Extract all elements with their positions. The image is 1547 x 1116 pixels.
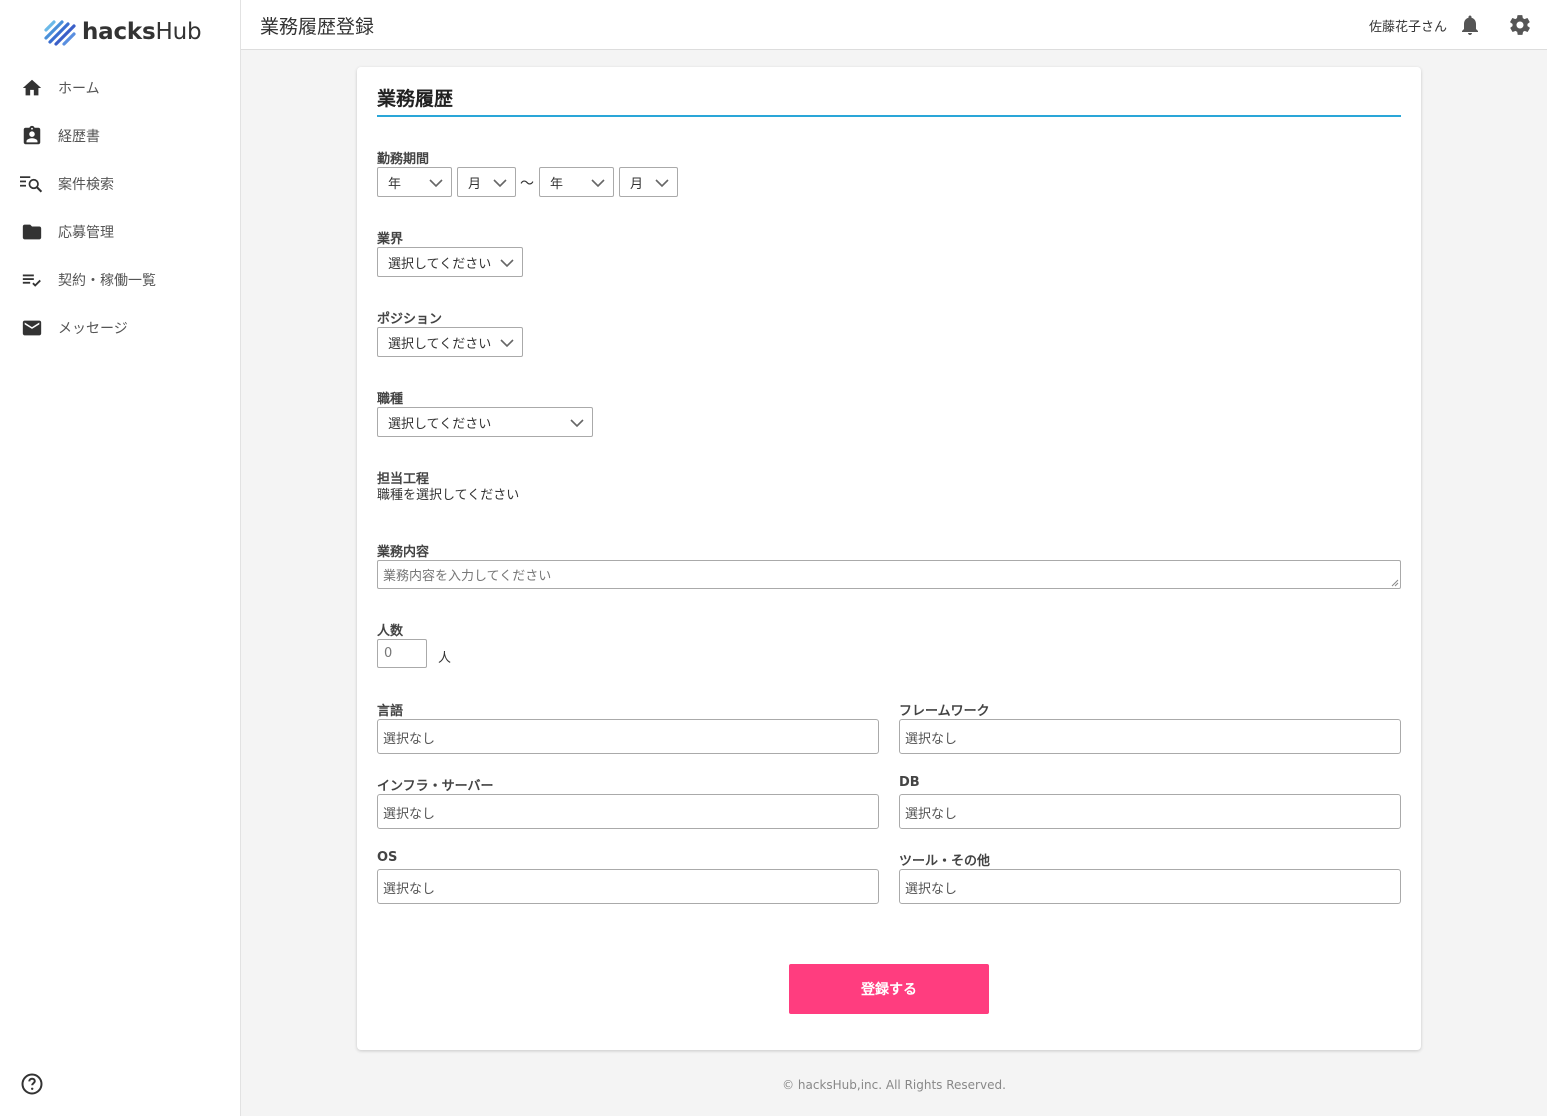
mail-icon [20,316,44,340]
infra-label: インフラ・サーバー [377,779,494,794]
process-hint: 職種を選択してください [377,488,520,503]
register-button[interactable]: 登録する [789,964,989,1014]
top-header: 業務履歴登録 佐藤花子さん [241,0,1547,50]
headcount-input[interactable]: 0 [377,639,427,668]
resume-icon [20,124,44,148]
logo-mark-icon [44,20,76,46]
footer-copyright: © hacksHub,inc. All Rights Reserved. [782,1078,1006,1092]
sidebar-item-contracts[interactable]: 契約・稼働一覧 [0,256,240,304]
chevron-down-icon [591,179,605,188]
db-label: DB [899,775,920,790]
start-month-select[interactable]: 月 [457,167,516,197]
os-label: OS [377,850,398,865]
bell-icon[interactable] [1458,13,1482,37]
brand-name: hacksHub [82,19,202,45]
language-multiselect[interactable]: 選択なし [377,719,879,754]
page-title: 業務履歴登録 [260,16,375,38]
work-history-form: 業務履歴 勤務期間 年 月 ～ 年 月 業界 選択してください ポジション 選択… [357,67,1421,1050]
start-year-select[interactable]: 年 [377,167,452,197]
chevron-down-icon [500,339,514,348]
language-label: 言語 [377,704,404,719]
content-textarea[interactable]: 業務内容を入力してください [377,560,1401,589]
form-title: 業務履歴 [377,84,1401,117]
sidebar-nav: ホーム 経歴書 案件検索 応募管理 契約・稼働一覧 メッセージ [0,64,240,352]
chevron-down-icon [500,259,514,268]
chevron-down-icon [493,179,507,188]
end-month-select[interactable]: 月 [619,167,678,197]
sidebar: hacksHub ホーム 経歴書 案件検索 応募管理 契約・稼働一覧 メッセージ [0,0,241,1116]
help-icon[interactable] [20,1072,44,1096]
folder-icon [20,220,44,244]
sidebar-item-resume[interactable]: 経歴書 [0,112,240,160]
db-multiselect[interactable]: 選択なし [899,794,1401,829]
chevron-down-icon [655,179,669,188]
period-separator: ～ [520,176,534,192]
list-search-icon [20,172,44,196]
industry-select[interactable]: 選択してください [377,247,523,277]
sidebar-item-messages[interactable]: メッセージ [0,304,240,352]
content-label: 業務内容 [377,545,430,560]
resize-grip-icon[interactable] [1390,578,1399,587]
headcount-unit: 人 [438,651,452,666]
user-name[interactable]: 佐藤花子さん [1369,16,1447,35]
framework-multiselect[interactable]: 選択なし [899,719,1401,754]
sidebar-item-job-search[interactable]: 案件検索 [0,160,240,208]
brand-logo[interactable]: hacksHub [42,14,202,50]
tools-multiselect[interactable]: 選択なし [899,869,1401,904]
position-label: ポジション [377,312,443,327]
checklist-icon [20,268,44,292]
job-type-select[interactable]: 選択してください [377,407,593,437]
tools-label: ツール・その他 [899,854,991,869]
job-type-label: 職種 [377,392,404,407]
framework-label: フレームワーク [899,704,990,719]
period-label: 勤務期間 [377,152,430,167]
chevron-down-icon [570,419,584,428]
end-year-select[interactable]: 年 [539,167,614,197]
sidebar-item-home[interactable]: ホーム [0,64,240,112]
headcount-label: 人数 [377,624,404,639]
home-icon [20,76,44,100]
position-select[interactable]: 選択してください [377,327,523,357]
sidebar-item-applications[interactable]: 応募管理 [0,208,240,256]
os-multiselect[interactable]: 選択なし [377,869,879,904]
industry-label: 業界 [377,232,404,247]
gear-icon[interactable] [1508,13,1532,37]
chevron-down-icon [429,179,443,188]
infra-multiselect[interactable]: 選択なし [377,794,879,829]
